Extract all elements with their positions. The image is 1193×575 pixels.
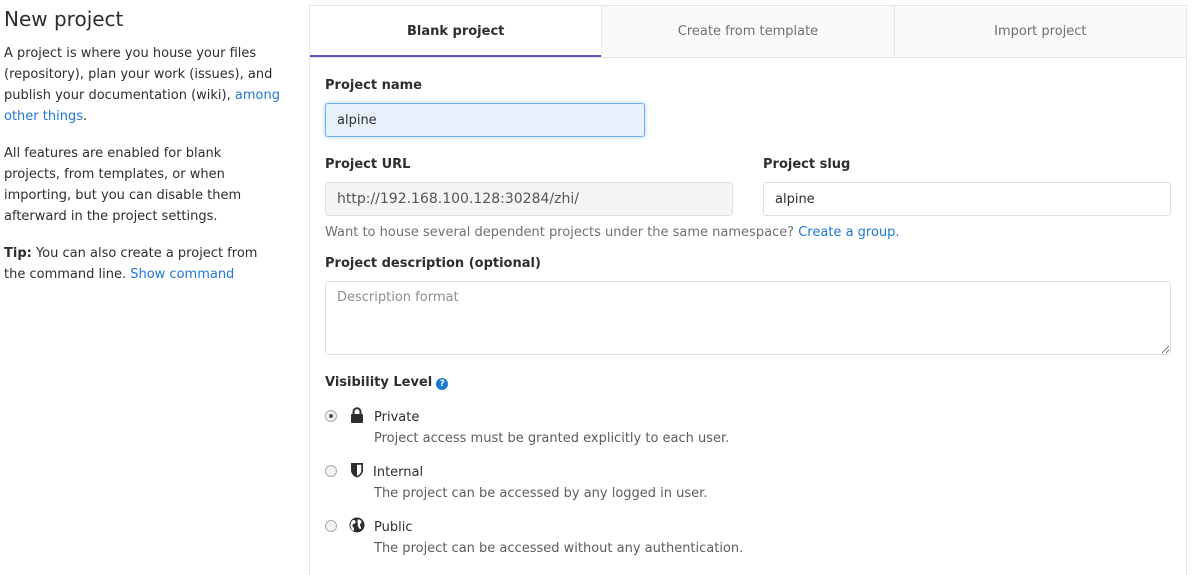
intro-end: . (82, 109, 88, 124)
private-radio[interactable] (325, 410, 337, 422)
create-group-link[interactable]: Create a group. (798, 225, 899, 240)
visibility-level-label: Visibility Level? (325, 375, 449, 390)
shield-icon (351, 463, 363, 478)
project-name-input[interactable] (325, 103, 645, 137)
project-url-field: http://192.168.100.128:30284/zhi/ (325, 182, 733, 216)
tab-create-from-template[interactable]: Create from template (602, 6, 895, 57)
private-title: Private (374, 410, 420, 425)
public-title: Public (374, 520, 413, 535)
public-radio[interactable] (325, 520, 337, 532)
visibility-option-internal[interactable]: Internal The project can be accessed by … (325, 463, 925, 505)
namespace-help: Want to house several dependent projects… (325, 225, 900, 240)
public-description: The project can be accessed without any … (374, 541, 744, 556)
project-slug-input[interactable] (763, 182, 1171, 216)
internal-title: Internal (373, 465, 424, 480)
question-circle-icon[interactable]: ? (436, 378, 449, 390)
page-title: New project (4, 7, 124, 31)
project-description-textarea[interactable] (325, 281, 1171, 355)
tip-label: Tip: (4, 246, 32, 261)
project-description-label: Project description (optional) (325, 256, 541, 271)
features-paragraph: All features are enabled for blank proje… (4, 146, 242, 224)
globe-icon (349, 517, 365, 533)
visibility-level-text: Visibility Level (325, 375, 433, 390)
namespace-help-text: Want to house several dependent projects… (325, 225, 795, 240)
intro-text: A project is where you house your files … (4, 46, 273, 103)
project-intro: New project A project is where you house… (4, 6, 280, 301)
project-name-label: Project name (325, 78, 422, 93)
tab-import-project[interactable]: Import project (894, 6, 1186, 57)
new-project-panel: Blank project Create from template Impor… (309, 5, 1187, 575)
private-description: Project access must be granted explicitl… (374, 431, 730, 446)
visibility-option-private[interactable]: Private Project access must be granted e… (325, 407, 925, 450)
tab-blank-project[interactable]: Blank project (310, 6, 603, 57)
tip-paragraph: Tip: You can also create a project from … (4, 243, 280, 285)
visibility-option-public[interactable]: Public The project can be accessed witho… (325, 517, 925, 560)
internal-description: The project can be accessed by any logge… (374, 486, 708, 501)
project-url-label: Project URL (325, 157, 411, 172)
project-slug-label: Project slug (763, 157, 851, 172)
project-tabs: Blank project Create from template Impor… (310, 6, 1186, 58)
lock-icon (351, 407, 363, 423)
internal-radio[interactable] (325, 465, 337, 477)
show-command-link[interactable]: Show command (130, 267, 234, 282)
intro-paragraph: A project is where you house your files … (4, 43, 280, 127)
